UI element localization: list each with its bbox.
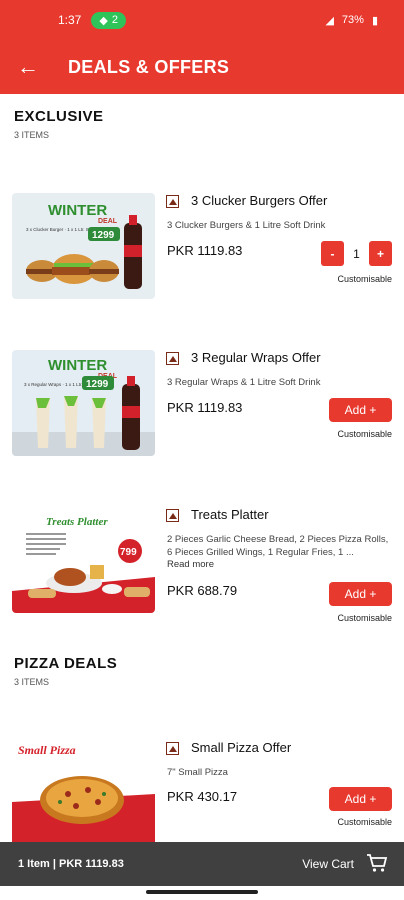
veg-indicator-icon [166,742,179,755]
status-bar: 1:37 ◆ 2 ◢ 73% ▮ [0,0,404,40]
gesture-nav-bar [0,886,404,900]
increment-button[interactable]: + [369,241,392,266]
deal-image[interactable]: Small Pizza [12,740,155,842]
deal-item-clucker-burgers[interactable]: WINTER DEAL 3 x Clucker Burger · 1 x 1 L… [0,193,404,313]
customisable-label: Customisable [337,274,392,284]
add-to-cart-button[interactable]: Add + [329,582,392,606]
cart-bar[interactable]: 1 Item | PKR 1119.83 View Cart [0,842,404,886]
battery-icon: ▮ [371,14,378,27]
section-title-exclusive: EXCLUSIVE [14,108,104,125]
promo-headline: Treats Platter [46,516,108,528]
promo-price-badge: 1299 [92,230,115,241]
customisable-label: Customisable [337,429,392,439]
battery-level: 73% [341,14,364,26]
item-name: Small Pizza Offer [191,740,292,755]
item-description: 2 Pieces Garlic Cheese Bread, 2 Pieces P… [167,534,389,558]
hotspot-badge: ◆ 2 [91,11,126,29]
page-title: DEALS & OFFERS [68,56,230,77]
customisable-label: Customisable [337,817,392,827]
deal-item-regular-wraps[interactable]: WINTER DEAL 3 x Regular Wraps · 1 x 1 Lt… [0,350,404,470]
cart-icon [366,853,388,876]
deal-image[interactable]: WINTER DEAL 3 x Clucker Burger · 1 x 1 L… [12,193,155,299]
veg-indicator-icon [166,352,179,365]
view-cart-button[interactable]: View Cart [302,853,388,876]
item-name: 3 Clucker Burgers Offer [191,193,328,208]
status-time: 1:37 [58,13,82,27]
item-price: PKR 430.17 [167,789,238,804]
item-name: Treats Platter [191,507,269,522]
section-title-pizza-deals: PIZZA DEALS [14,655,118,672]
item-name: 3 Regular Wraps Offer [191,350,321,365]
item-description: 3 Clucker Burgers & 1 Litre Soft Drink [167,220,326,231]
read-more-link[interactable]: Read more [167,559,214,570]
promo-headline: WINTER [48,202,107,219]
app-bar: ← DEALS & OFFERS [0,40,404,94]
section-count-exclusive: 3 ITEMS [14,130,50,140]
promo-sub: DEAL [98,218,118,225]
deal-image[interactable]: WINTER DEAL 3 x Regular Wraps · 1 x 1 Lt… [12,350,155,456]
deal-item-small-pizza[interactable]: Small Pizza Small Pizza Offer 7" Small P… [0,740,404,842]
customisable-label: Customisable [337,613,392,623]
promo-price-badge: 1299 [86,379,109,390]
hotspot-count: 2 [111,14,118,26]
item-price: PKR 688.79 [167,583,238,598]
add-to-cart-button[interactable]: Add + [329,398,392,422]
decrement-button[interactable]: - [321,241,344,266]
quantity-value: 1 [353,246,360,261]
hotspot-icon: ◆ [99,14,108,27]
home-gesture-handle[interactable] [146,890,258,894]
cart-summary: 1 Item | PKR 1119.83 [18,858,124,870]
quantity-stepper[interactable]: - 1 + [321,241,392,266]
promo-price-badge: 799 [120,547,137,558]
deal-image[interactable]: Treats Platter 799 [12,507,155,613]
item-price: PKR 1119.83 [167,400,243,415]
view-cart-label: View Cart [302,857,354,871]
signal-icon: ◢ [325,14,334,27]
item-description: 7" Small Pizza [167,767,228,778]
deal-item-treats-platter[interactable]: Treats Platter 799 Treats Platter 2 Piec… [0,507,404,627]
back-arrow-icon[interactable]: ← [0,40,56,94]
section-count-pizza-deals: 3 ITEMS [14,677,50,687]
item-description: 3 Regular Wraps & 1 Litre Soft Drink [167,377,321,388]
add-to-cart-button[interactable]: Add + [329,787,392,811]
item-price: PKR 1119.83 [167,243,243,258]
promo-headline: WINTER [48,357,107,374]
veg-indicator-icon [166,509,179,522]
veg-indicator-icon [166,195,179,208]
promo-headline: Small Pizza [18,743,76,757]
